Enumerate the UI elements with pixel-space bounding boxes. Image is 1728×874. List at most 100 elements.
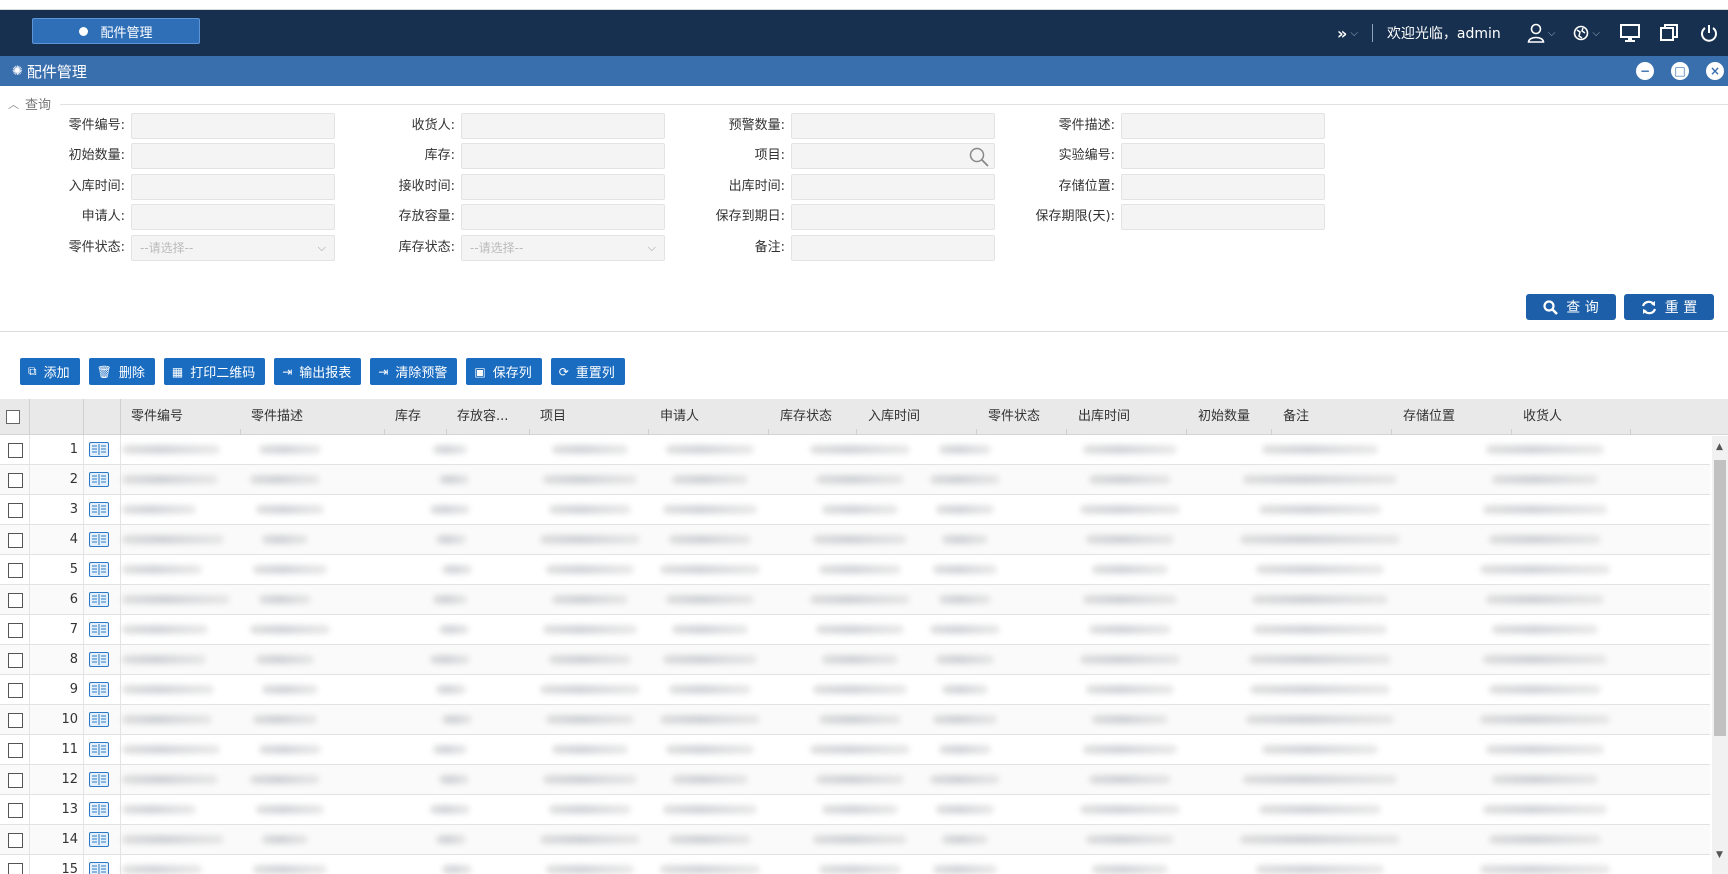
column-header[interactable]: 零件状态 bbox=[988, 399, 1040, 435]
detail-book-icon[interactable] bbox=[89, 742, 109, 761]
row-checkbox[interactable] bbox=[8, 833, 23, 848]
restore-window-button[interactable] bbox=[1660, 24, 1678, 42]
maximize-icon[interactable]: □ bbox=[1671, 62, 1689, 80]
detail-book-icon[interactable] bbox=[89, 712, 109, 731]
table-row[interactable]: 10 bbox=[0, 705, 1710, 735]
column-header[interactable]: 入库时间 bbox=[868, 399, 920, 435]
row-checkbox[interactable] bbox=[8, 713, 23, 728]
row-checkbox[interactable] bbox=[8, 773, 23, 788]
table-row[interactable]: 4 bbox=[0, 525, 1710, 555]
more-tabs-button[interactable]: » ⌵ bbox=[1337, 24, 1358, 43]
table-row[interactable]: 13 bbox=[0, 795, 1710, 825]
column-header[interactable]: 零件描述 bbox=[251, 399, 303, 435]
text-field[interactable] bbox=[791, 113, 995, 139]
detail-book-icon[interactable] bbox=[89, 562, 109, 581]
column-header[interactable]: 库存 bbox=[395, 399, 421, 435]
text-field[interactable] bbox=[1121, 143, 1325, 169]
text-field[interactable] bbox=[791, 204, 995, 230]
detail-book-icon[interactable] bbox=[89, 772, 109, 791]
user-menu[interactable]: ⌵ bbox=[1527, 23, 1555, 43]
logout-button[interactable] bbox=[1700, 24, 1718, 43]
table-row[interactable]: 3 bbox=[0, 495, 1710, 525]
delete-button[interactable]: 🗑 删除 bbox=[88, 358, 155, 385]
print-qr-button[interactable]: ▦ 打印二维码 bbox=[163, 358, 266, 385]
add-button[interactable]: ⧉ 添加 bbox=[20, 358, 80, 385]
column-header[interactable]: 备注 bbox=[1283, 399, 1309, 435]
detail-book-icon[interactable] bbox=[89, 442, 109, 461]
text-field[interactable] bbox=[461, 174, 665, 200]
save-columns-button[interactable]: ▣ 保存列 bbox=[466, 358, 542, 385]
text-field[interactable] bbox=[791, 174, 995, 200]
row-checkbox[interactable] bbox=[8, 653, 23, 668]
row-checkbox[interactable] bbox=[8, 623, 23, 638]
detail-book-icon[interactable] bbox=[89, 622, 109, 641]
table-row[interactable]: 8 bbox=[0, 645, 1710, 675]
detail-book-icon[interactable] bbox=[89, 592, 109, 611]
row-checkbox[interactable] bbox=[8, 593, 23, 608]
text-field[interactable] bbox=[131, 204, 335, 230]
scroll-thumb[interactable] bbox=[1714, 460, 1726, 736]
row-checkbox[interactable] bbox=[8, 533, 23, 548]
column-header[interactable]: 存储位置 bbox=[1403, 399, 1455, 435]
row-checkbox[interactable] bbox=[8, 503, 23, 518]
table-row[interactable]: 14 bbox=[0, 825, 1710, 855]
reset-columns-button[interactable]: ⟳ 重置列 bbox=[550, 358, 625, 385]
text-field[interactable] bbox=[1121, 174, 1325, 200]
select-field[interactable]: --请选择-- ⌵ bbox=[131, 235, 335, 261]
close-icon[interactable]: × bbox=[1706, 62, 1724, 80]
detail-book-icon[interactable] bbox=[89, 682, 109, 701]
text-field[interactable] bbox=[461, 113, 665, 139]
text-field[interactable] bbox=[461, 143, 665, 169]
tab-parts-management[interactable]: 配件管理 bbox=[32, 18, 200, 44]
column-header[interactable]: 库存状态 bbox=[780, 399, 832, 435]
vertical-scrollbar[interactable]: ▲ ▼ bbox=[1712, 436, 1728, 874]
table-row[interactable]: 12 bbox=[0, 765, 1710, 795]
select-all-checkbox[interactable] bbox=[6, 410, 20, 424]
table-row[interactable]: 7 bbox=[0, 615, 1710, 645]
table-row[interactable]: 6 bbox=[0, 585, 1710, 615]
lookup-field[interactable] bbox=[791, 143, 995, 169]
detail-book-icon[interactable] bbox=[89, 802, 109, 821]
column-header[interactable]: 收货人 bbox=[1523, 399, 1562, 435]
table-row[interactable]: 11 bbox=[0, 735, 1710, 765]
row-checkbox[interactable] bbox=[8, 443, 23, 458]
detail-book-icon[interactable] bbox=[89, 472, 109, 491]
row-checkbox[interactable] bbox=[8, 473, 23, 488]
text-field[interactable] bbox=[131, 113, 335, 139]
export-report-button[interactable]: ⇥ 输出报表 bbox=[274, 358, 362, 385]
column-header[interactable]: 项目 bbox=[540, 399, 566, 435]
text-field[interactable] bbox=[791, 235, 995, 261]
language-menu[interactable]: ⌵ bbox=[1573, 25, 1600, 41]
text-field[interactable] bbox=[1121, 204, 1325, 230]
table-row[interactable]: 9 bbox=[0, 675, 1710, 705]
column-header[interactable]: 申请人 bbox=[660, 399, 699, 435]
detail-book-icon[interactable] bbox=[89, 652, 109, 671]
column-header[interactable]: 存放容... bbox=[457, 399, 508, 435]
clear-warning-button[interactable]: ⇥ 清除预警 bbox=[370, 358, 458, 385]
detail-book-icon[interactable] bbox=[89, 862, 109, 874]
table-row[interactable]: 5 bbox=[0, 555, 1710, 585]
row-checkbox[interactable] bbox=[8, 563, 23, 578]
row-checkbox[interactable] bbox=[8, 803, 23, 818]
column-header[interactable]: 出库时间 bbox=[1078, 399, 1130, 435]
text-field[interactable] bbox=[131, 143, 335, 169]
fullscreen-button[interactable] bbox=[1620, 24, 1640, 42]
select-field[interactable]: --请选择-- ⌵ bbox=[461, 235, 665, 261]
scroll-up-icon[interactable]: ▲ bbox=[1716, 442, 1723, 452]
minimize-icon[interactable]: − bbox=[1636, 62, 1654, 80]
detail-book-icon[interactable] bbox=[89, 532, 109, 551]
column-header[interactable]: 零件编号 bbox=[131, 399, 183, 435]
table-row[interactable]: 1 bbox=[0, 435, 1710, 465]
row-checkbox[interactable] bbox=[8, 743, 23, 758]
row-checkbox[interactable] bbox=[8, 683, 23, 698]
scroll-down-icon[interactable]: ▼ bbox=[1716, 850, 1723, 860]
text-field[interactable] bbox=[1121, 113, 1325, 139]
text-field[interactable] bbox=[461, 204, 665, 230]
column-header[interactable]: 初始数量 bbox=[1198, 399, 1250, 435]
detail-book-icon[interactable] bbox=[89, 502, 109, 521]
table-row[interactable]: 2 bbox=[0, 465, 1710, 495]
search-button[interactable]: 查 询 bbox=[1526, 294, 1616, 320]
text-field[interactable] bbox=[131, 174, 335, 200]
search-icon[interactable] bbox=[968, 146, 990, 176]
query-legend-toggle[interactable]: ︿ 查询 bbox=[8, 94, 56, 113]
